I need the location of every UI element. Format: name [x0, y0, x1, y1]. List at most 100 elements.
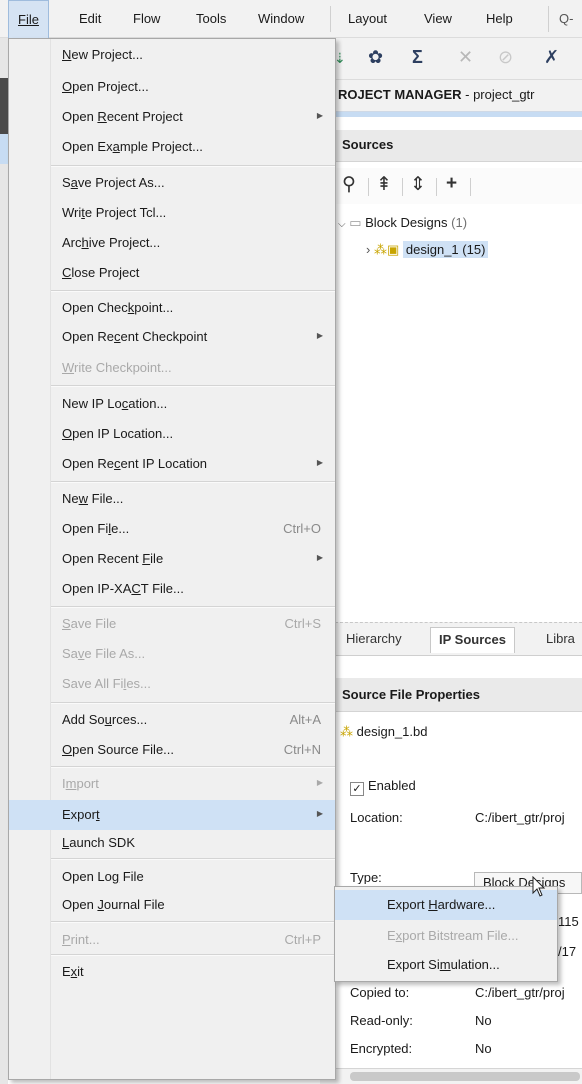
menu-item-label: Open Recent File [62, 551, 164, 566]
menu-item-label: Open Recent Checkpoint [62, 329, 208, 344]
submenu-item-export-simulation[interactable]: Export Simulation... [335, 950, 557, 980]
file-menu: New Project... Open Project... Open Recent… [8, 38, 336, 1080]
tree-node-label: design_1 [405, 242, 459, 257]
menu-item-label: Open Example Project... [62, 139, 203, 154]
gear-icon[interactable]: ✿ [368, 47, 383, 68]
tree-node-block-designs[interactable]: ⌵ ▭ Block Designs (1) [338, 215, 467, 231]
menu-item-open-recent-project[interactable]: Open Recent Project ▶ [9, 102, 335, 132]
shortcut-label: Alt+A [289, 712, 321, 727]
tree-node-count: (15) [462, 242, 486, 257]
chevron-right-icon[interactable]: › [366, 242, 370, 257]
tree-node-label: Block Designs [365, 215, 448, 230]
scrollbar-thumb[interactable] [350, 1072, 580, 1081]
menu-separator-highlight [51, 922, 335, 923]
menu-file[interactable]: File [8, 0, 49, 38]
menu-item-open-log-file[interactable]: Open Log File [9, 862, 335, 892]
menu-item-label: Save File As... [62, 646, 146, 661]
menu-edit[interactable]: Edit [79, 11, 101, 26]
sources-toolbar: ⚲ ⇞ ⇕ + [330, 168, 582, 204]
export-submenu: Export Hardware... Export Bitstream File.… [334, 886, 558, 982]
menu-item-write-project-tcl[interactable]: Write Project Tcl... [9, 198, 335, 228]
menu-item-new-ip-location[interactable]: New IP Location... [9, 389, 335, 419]
tree-node-design-1[interactable]: › ⁂▣ design_1 (15) [366, 241, 489, 258]
menu-view[interactable]: View [424, 11, 452, 26]
prop-copied-to: Copied to: C:/ibert_gtr/proj [350, 985, 565, 1000]
menu-item-open-example-project[interactable]: Open Example Project... [9, 132, 335, 162]
menu-item-label: Write Checkpoint... [62, 360, 172, 375]
menu-tools[interactable]: Tools [196, 11, 226, 26]
tab-hierarchy[interactable]: Hierarchy [346, 631, 402, 646]
menu-item-open-recent-file[interactable]: Open Recent File ▶ [9, 544, 335, 574]
submenu-arrow-icon: ▶ [316, 111, 323, 120]
search-icon[interactable]: Q- [548, 6, 582, 32]
menu-item-label: Open IP-XACT File... [62, 581, 184, 596]
menu-window[interactable]: Window [258, 11, 304, 26]
menu-item-save-file: Save File Ctrl+S [9, 609, 335, 639]
menu-help[interactable]: Help [486, 11, 513, 26]
menu-flow[interactable]: Flow [133, 11, 160, 26]
menu-item-add-sources[interactable]: Add Sources... Alt+A [9, 705, 335, 735]
menu-item-new-file[interactable]: New File... [9, 484, 335, 514]
menu-separator-highlight [51, 703, 335, 704]
search-icon[interactable]: ⚲ [342, 173, 356, 196]
menu-separator-highlight [51, 859, 335, 860]
menu-item-label: Save Project As... [62, 175, 165, 190]
menu-item-launch-sdk[interactable]: Launch SDK [9, 828, 335, 858]
menu-item-label: Open Recent IP Location [62, 456, 208, 471]
source-file-properties-title: Source File Properties [330, 678, 582, 712]
block-design-icon: ⁂▣ [373, 242, 400, 257]
menu-item-open-source-file[interactable]: Open Source File... Ctrl+N [9, 735, 335, 765]
horizontal-scrollbar[interactable]: ‹ [320, 1068, 582, 1084]
menu-item-open-checkpoint[interactable]: Open Checkpoint... [9, 293, 335, 323]
menu-item-open-file[interactable]: Open File... Ctrl+O [9, 514, 335, 544]
prop-encrypted: Encrypted: No [350, 1041, 492, 1056]
ruler-icon[interactable]: ✕ [458, 47, 473, 68]
submenu-item-label: Export Hardware... [387, 897, 496, 912]
tab-libraries[interactable]: Libra [546, 631, 575, 646]
sigma-icon[interactable]: Σ [412, 47, 423, 68]
menu-item-open-recent-ip-location[interactable]: Open Recent IP Location ▶ [9, 449, 335, 479]
menu-item-exit[interactable]: Exit [9, 957, 335, 987]
menu-item-open-recent-checkpoint[interactable]: Open Recent Checkpoint ▶ [9, 322, 335, 352]
sources-tabs: Hierarchy IP Sources Libra [330, 622, 582, 656]
menu-item-label: Open Project... [62, 79, 149, 94]
tab-ip-sources[interactable]: IP Sources [430, 627, 515, 653]
wand-icon[interactable]: ⊘ [498, 47, 513, 68]
submenu-item-export-hardware[interactable]: Export Hardware... [335, 890, 557, 920]
menu-item-label: Open Checkpoint... [62, 300, 174, 315]
enabled-checkbox[interactable]: ✓ Enabled [350, 778, 416, 796]
menu-item-new-project[interactable]: New Project... [9, 40, 335, 70]
menu-item-label: Close Project [62, 265, 140, 280]
shortcut-label: Ctrl+S [284, 616, 321, 631]
menu-separator-highlight [51, 955, 335, 956]
menu-item-save-project-as[interactable]: Save Project As... [9, 168, 335, 198]
panel-header-edge [0, 78, 8, 134]
menu-item-open-journal-file[interactable]: Open Journal File [9, 890, 335, 920]
project-manager-header: ROJECT MANAGER - project_gtr [330, 80, 582, 112]
add-sources-icon[interactable]: + [446, 173, 457, 195]
menu-item-open-project[interactable]: Open Project... [9, 72, 335, 102]
menu-item-close-project[interactable]: Close Project [9, 258, 335, 288]
menu-item-archive-project[interactable]: Archive Project... [9, 228, 335, 258]
menu-item-open-ip-xact-file[interactable]: Open IP-XACT File... [9, 574, 335, 604]
expand-all-icon[interactable]: ⇕ [410, 173, 426, 196]
submenu-item-export-bitstream-file: Export Bitstream File... [335, 921, 557, 951]
submenu-arrow-icon: ▶ [316, 778, 323, 787]
sources-panel-title: Sources [330, 130, 582, 162]
menu-separator-highlight [51, 386, 335, 387]
chevron-down-icon[interactable]: ⌵ [338, 219, 346, 230]
prop-value: C:/ibert_gtr/proj [475, 810, 565, 825]
cross-tool-icon[interactable]: ✗ [544, 47, 559, 68]
toolbar-divider [368, 178, 369, 196]
checkbox-checked-icon[interactable]: ✓ [350, 782, 364, 796]
collapse-all-icon[interactable]: ⇞ [376, 173, 392, 196]
menu-item-label: Save All Files... [62, 676, 151, 691]
shortcut-label: Ctrl+O [283, 521, 321, 536]
menu-item-export[interactable]: Export ▶ [9, 800, 335, 830]
menu-layout[interactable]: Layout [348, 11, 387, 26]
properties-file: ⁂ design_1.bd [340, 724, 427, 740]
prop-type: Type: [350, 870, 382, 884]
menu-item-label: Open Journal File [62, 897, 165, 912]
menu-item-save-file-as: Save File As... [9, 639, 335, 669]
menu-item-open-ip-location[interactable]: Open IP Location... [9, 419, 335, 449]
